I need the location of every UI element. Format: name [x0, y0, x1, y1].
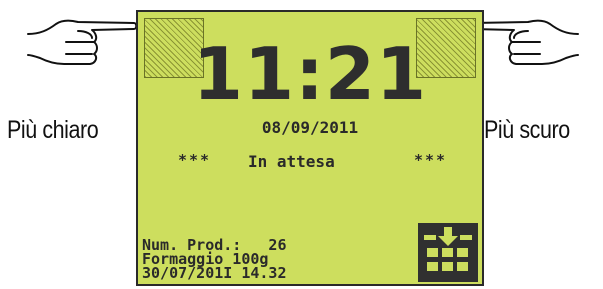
status-text: In attesa	[248, 152, 335, 171]
brightness-darker-label: Più scuro	[484, 116, 570, 144]
pointing-hand-right-icon	[27, 19, 138, 65]
brightness-lighter-label: Più chiaro	[7, 116, 99, 144]
status-stars-left: ***	[178, 151, 212, 169]
clock-time: 11:21	[192, 32, 428, 116]
pointing-hand-left-icon	[468, 19, 579, 65]
calendar-download-icon	[424, 227, 472, 271]
lcd-screen: 11:21 08/09/2011 *** In attesa *** Num. …	[136, 10, 484, 286]
status-stars-right: ***	[414, 151, 448, 169]
calendar-download-button[interactable]	[418, 223, 478, 282]
current-date: 08/09/2011	[261, 118, 359, 137]
product-datetime-line: 30/07/201I 14.32	[142, 264, 287, 282]
